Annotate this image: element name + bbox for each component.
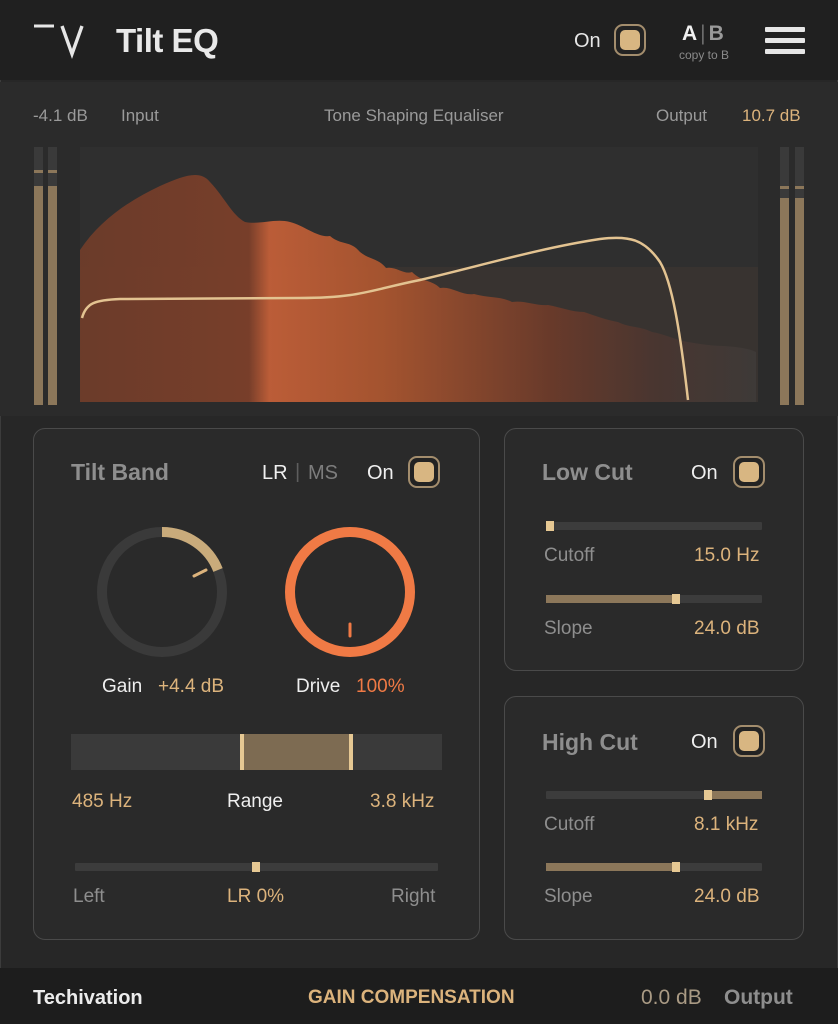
- high-cut-cutoff-value: 8.1 kHz: [694, 814, 759, 835]
- low-cut-slope-fill: [546, 595, 676, 603]
- mode-ms-button[interactable]: MS: [308, 462, 338, 485]
- low-cut-slope-slider[interactable]: [546, 594, 762, 604]
- high-cut-cutoff-thumb[interactable]: [704, 790, 712, 800]
- range-low-value: 485 Hz: [72, 791, 133, 812]
- mode-separator: |: [295, 461, 301, 483]
- high-cut-title: High Cut: [542, 729, 638, 755]
- high-cut-toggle[interactable]: [733, 725, 765, 757]
- footer-output-value[interactable]: 0.0 dB: [641, 986, 702, 1010]
- low-cut-cutoff-label: Cutoff: [544, 545, 595, 566]
- drive-label: Drive: [296, 676, 341, 697]
- high-cut-slope-label: Slope: [544, 886, 593, 907]
- spectrum-graph: [34, 147, 804, 405]
- high-cut-slope-fill: [546, 863, 676, 871]
- tilt-band-title: Tilt Band: [71, 459, 169, 485]
- gain-compensation-button[interactable]: GAIN COMPENSATION: [308, 987, 515, 1009]
- high-cut-slope-slider[interactable]: [546, 862, 762, 872]
- tilt-on-label: On: [367, 462, 394, 484]
- gain-knob[interactable]: [90, 520, 235, 665]
- low-cut-on-label: On: [691, 462, 718, 484]
- high-cut-on-label: On: [691, 731, 718, 753]
- low-cut-slope-label: Slope: [544, 618, 593, 639]
- high-cut-cutoff-label: Cutoff: [544, 814, 595, 835]
- high-cut-cutoff-fill: [708, 791, 762, 799]
- low-cut-slope-value: 24.0 dB: [694, 618, 760, 639]
- gain-value[interactable]: +4.4 dB: [158, 676, 224, 698]
- range-low-handle[interactable]: [240, 734, 244, 770]
- range-label: Range: [227, 791, 283, 812]
- low-cut-title: Low Cut: [542, 459, 633, 485]
- low-cut-cutoff-value: 15.0 Hz: [694, 545, 760, 566]
- high-cut-slope-thumb[interactable]: [672, 862, 680, 872]
- pan-right-label: Right: [391, 886, 436, 907]
- high-cut-cutoff-slider[interactable]: [546, 790, 762, 800]
- range-high-handle[interactable]: [349, 734, 353, 770]
- mode-lr-button[interactable]: LR: [262, 462, 288, 485]
- range-slider[interactable]: [71, 734, 442, 770]
- pan-slider-thumb[interactable]: [252, 862, 260, 872]
- brand-label: Techivation: [33, 987, 143, 1009]
- footer-output-label: Output: [724, 986, 793, 1009]
- low-cut-cutoff-thumb[interactable]: [546, 521, 554, 531]
- high-cut-slope-value: 24.0 dB: [694, 886, 760, 907]
- range-selection[interactable]: [241, 734, 351, 770]
- low-cut-cutoff-slider[interactable]: [546, 521, 762, 531]
- range-high-value: 3.8 kHz: [370, 791, 435, 812]
- low-cut-slope-thumb[interactable]: [672, 594, 680, 604]
- tilt-band-toggle[interactable]: [408, 456, 440, 488]
- drive-value[interactable]: 100%: [356, 676, 405, 698]
- gain-label: Gain: [102, 676, 143, 697]
- pan-slider[interactable]: [75, 862, 438, 872]
- pan-left-label: Left: [73, 886, 105, 907]
- pan-value: LR 0%: [227, 886, 285, 907]
- drive-knob[interactable]: [278, 520, 423, 665]
- low-cut-toggle[interactable]: [733, 456, 765, 488]
